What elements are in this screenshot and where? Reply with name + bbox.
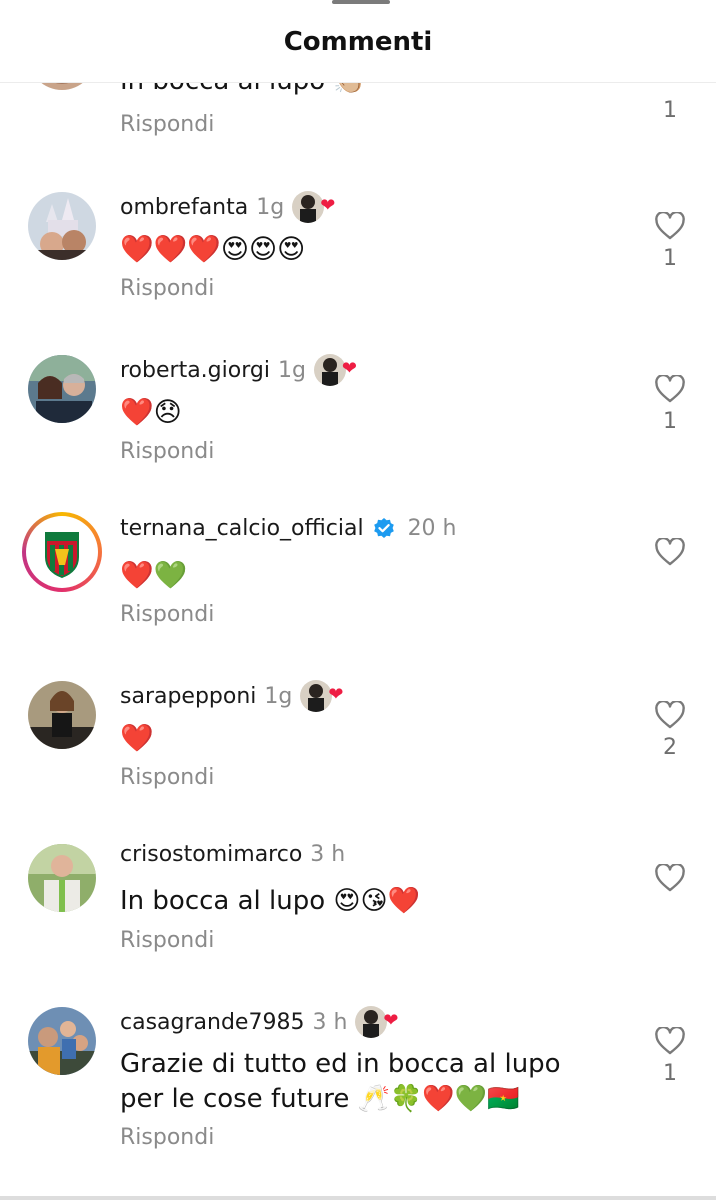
comment-item: crisostomimarco 3 h In bocca al lupo 😍😘❤… (0, 842, 716, 994)
comment-item: casagrande7985 3 h ❤ Grazie di tutto ed … (0, 1005, 716, 1187)
timestamp: 1g (277, 357, 306, 383)
comment-text: ❤️ (120, 723, 154, 754)
reply-button[interactable]: Rispondi (120, 112, 214, 137)
avatar[interactable] (28, 681, 96, 749)
comment-item: sarapepponi 1g ❤ ❤️ Rispondi 2 (0, 679, 716, 831)
like-group: 2 (650, 701, 690, 760)
author-heart-icon: ❤ (292, 190, 340, 224)
page-title: Commenti (283, 27, 433, 57)
comment-item: ternana_calcio_official 20 h ❤️💚 Rispond… (0, 512, 716, 668)
username[interactable]: crisostomimarco (120, 842, 302, 867)
like-group: 1 (650, 375, 690, 434)
verified-badge-icon (373, 517, 394, 538)
comment-header: sarapepponi 1g ❤ (120, 679, 348, 713)
like-group (650, 864, 690, 898)
author-heart-icon: ❤ (300, 679, 348, 713)
username[interactable]: casagrande7985 (120, 1010, 304, 1035)
like-count: 1 (663, 1061, 677, 1086)
heart-outline-icon[interactable] (655, 1027, 685, 1055)
avatar[interactable] (22, 512, 102, 592)
comment-text: ❤️❤️❤️😍😍😍 (120, 234, 306, 265)
drag-handle[interactable] (332, 0, 390, 4)
comment-text-line: per le cose future 🥂🍀❤️💚🇧🇫 (120, 1084, 520, 1114)
author-heart-icon: ❤ (355, 1005, 403, 1039)
comment-text: ❤️💚 (120, 560, 188, 591)
comment-item: roberta.giorgi 1g ❤ ❤️😞 Rispondi 1 (0, 353, 716, 505)
like-count: 2 (663, 735, 677, 760)
comment-header: casagrande7985 3 h ❤ (120, 1005, 403, 1039)
comment-text: In bocca al lupo 😍😘❤️ (120, 886, 420, 916)
comment-text-line: Grazie di tutto ed in bocca al lupo (120, 1049, 561, 1079)
username[interactable]: sarapepponi (120, 684, 256, 709)
like-group: 1 (650, 1027, 690, 1086)
reply-button[interactable]: Rispondi (120, 1125, 214, 1150)
sheet-header: Commenti (0, 0, 716, 83)
timestamp: 3 h (312, 1009, 348, 1035)
like-group (650, 538, 690, 572)
heart-outline-icon[interactable] (655, 375, 685, 403)
like-count: 1 (663, 409, 677, 434)
author-heart-icon: ❤ (313, 353, 362, 387)
comment-text: ❤️😞 (120, 397, 182, 428)
comments-sheet: In bocca al lupo 👏🏼 Rispondi 1 ombrefant… (0, 0, 716, 1200)
reply-button[interactable]: Rispondi (120, 439, 214, 464)
timestamp: 1g (264, 683, 293, 709)
comment-header: ombrefanta 1g ❤ (120, 190, 340, 224)
heart-outline-icon[interactable] (655, 212, 685, 240)
like-group: 1 (650, 212, 690, 271)
username[interactable]: roberta.giorgi (120, 358, 270, 383)
heart-outline-icon[interactable] (655, 538, 685, 566)
timestamp: 3 h (310, 842, 346, 867)
reply-button[interactable]: Rispondi (120, 276, 214, 301)
like-group: 1 (650, 92, 690, 123)
timestamp: 1g (256, 194, 285, 220)
reply-button[interactable]: Rispondi (120, 765, 214, 790)
avatar[interactable] (28, 844, 96, 912)
username[interactable]: ombrefanta (120, 195, 248, 220)
username[interactable]: ternana_calcio_official (120, 516, 364, 541)
like-count: 1 (663, 98, 677, 123)
reply-button[interactable]: Rispondi (120, 928, 214, 953)
heart-outline-icon[interactable] (655, 864, 685, 892)
avatar[interactable] (28, 192, 96, 260)
heart-outline-icon[interactable] (655, 701, 685, 729)
comment-header: crisostomimarco 3 h (120, 842, 345, 867)
reply-button[interactable]: Rispondi (120, 602, 214, 627)
timestamp: 20 h (407, 516, 457, 541)
comment-header: roberta.giorgi 1g ❤ (120, 353, 362, 387)
like-count: 1 (663, 246, 677, 271)
comment-item: ombrefanta 1g ❤ ❤️❤️❤️😍😍😍 Rispondi 1 (0, 190, 716, 342)
avatar[interactable] (28, 1007, 96, 1075)
avatar[interactable] (28, 355, 96, 423)
divider (0, 1196, 716, 1200)
comments-list[interactable]: In bocca al lupo 👏🏼 Rispondi 1 ombrefant… (0, 0, 716, 1200)
comment-header: ternana_calcio_official 20 h (120, 516, 457, 541)
